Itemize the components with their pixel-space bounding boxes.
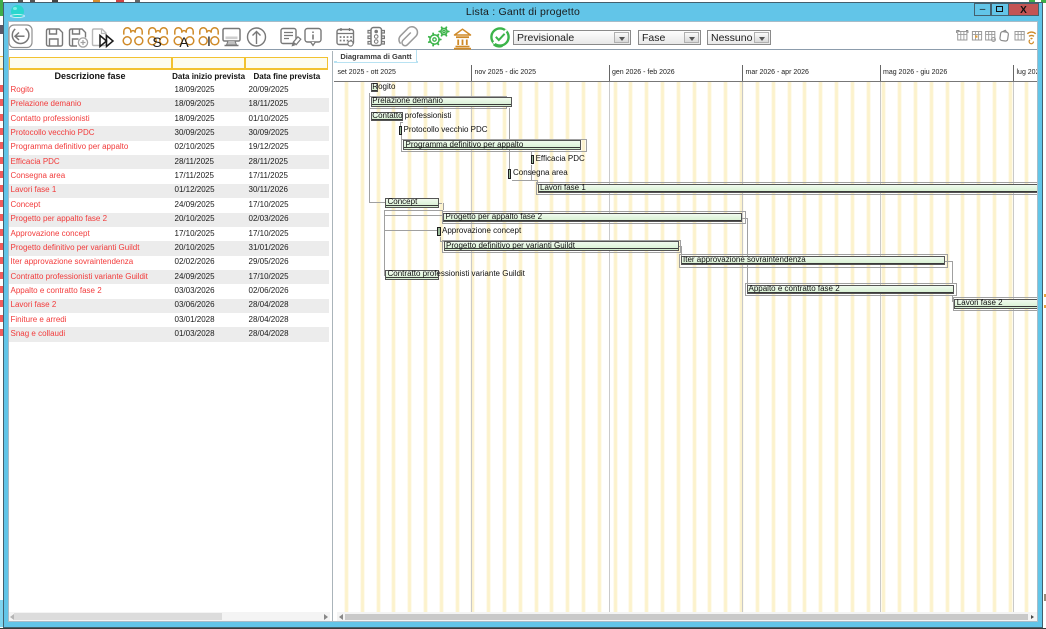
svg-text:A: A: [179, 34, 189, 50]
svg-text:S: S: [152, 34, 161, 50]
svg-text:I: I: [207, 33, 211, 49]
